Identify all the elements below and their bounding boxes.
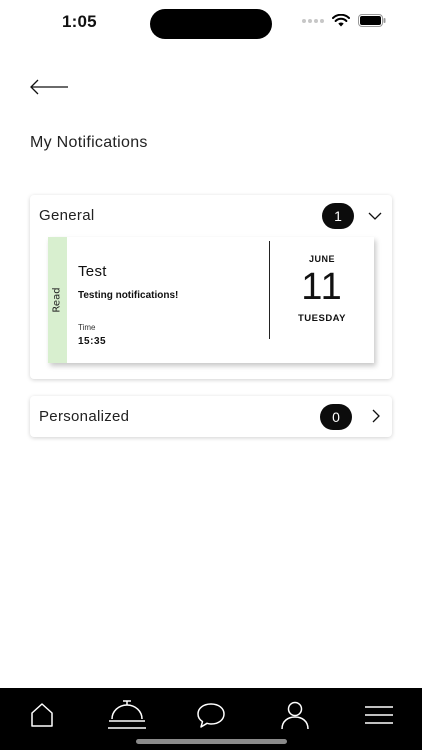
section-general-header[interactable]: General 1 — [30, 195, 392, 237]
chevron-down-icon — [368, 212, 382, 220]
tab-menu[interactable] — [359, 698, 399, 732]
date-day: 11 — [301, 266, 343, 308]
home-indicator — [136, 739, 287, 744]
tab-profile[interactable] — [275, 698, 315, 732]
profile-icon — [281, 701, 309, 730]
date-weekday: TUESDAY — [297, 313, 347, 324]
read-status-strip: Read — [48, 237, 67, 363]
page-title: My Notifications — [30, 134, 148, 151]
time-label: Time — [78, 323, 96, 332]
home-icon — [31, 703, 53, 727]
status-time: 1:05 — [62, 12, 97, 31]
section-personalized-header[interactable]: Personalized 0 — [30, 396, 392, 438]
section-personalized: Personalized 0 — [30, 396, 392, 437]
section-label: Personalized — [39, 408, 130, 425]
count-badge: 0 — [320, 404, 352, 430]
notifications-screen: 1:05 My Notifications General 1 Read Tes… — [0, 0, 422, 750]
section-label: General — [39, 207, 95, 224]
dynamic-island — [150, 9, 272, 39]
arrow-left-icon — [30, 79, 68, 95]
section-general: General 1 Read Test Testing notification… — [30, 195, 392, 379]
date-month: JUNE — [308, 254, 335, 264]
battery-icon — [358, 14, 386, 27]
cellular-signal-icon — [302, 18, 324, 23]
concierge-bell-icon — [108, 700, 146, 729]
chat-icon — [197, 703, 225, 728]
tab-home[interactable] — [22, 698, 62, 732]
status-icons — [302, 14, 386, 27]
read-status-label: Read — [51, 287, 63, 313]
count-badge: 1 — [322, 203, 354, 229]
wifi-icon — [332, 14, 350, 27]
chevron-right-icon — [372, 409, 380, 423]
tab-chat[interactable] — [191, 698, 231, 732]
notification-title: Test — [78, 263, 107, 280]
menu-icon — [365, 706, 393, 724]
notification-card[interactable]: Read Test Testing notifications! Time 15… — [48, 237, 374, 363]
back-button[interactable] — [28, 76, 72, 98]
notification-message: Testing notifications! — [78, 290, 179, 301]
tab-services[interactable] — [106, 698, 148, 732]
time-value: 15:35 — [78, 336, 107, 347]
